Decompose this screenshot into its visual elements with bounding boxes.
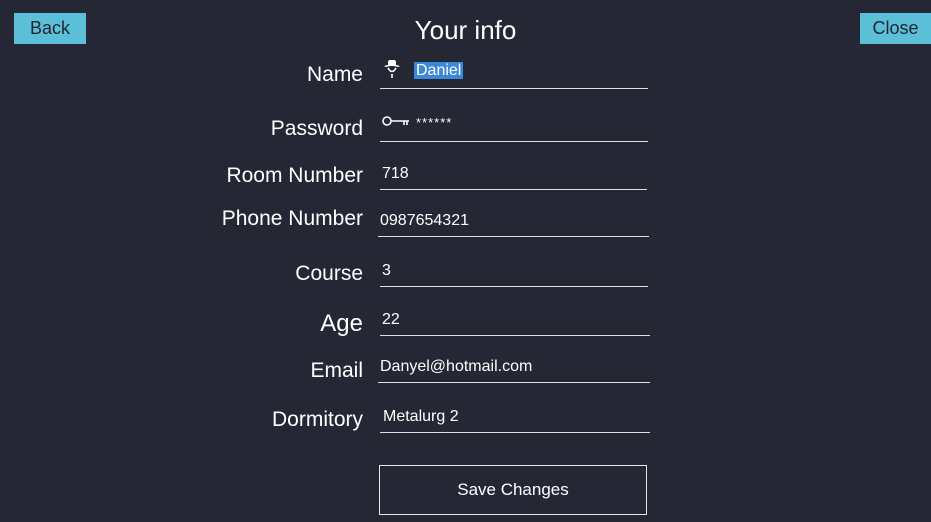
phone-number-field[interactable] — [378, 207, 649, 237]
room-number-field[interactable] — [380, 160, 647, 190]
password-label: Password — [270, 117, 363, 140]
room-number-input[interactable] — [382, 160, 642, 188]
email-input[interactable] — [380, 353, 644, 381]
name-underline — [380, 88, 648, 89]
dormitory-field[interactable] — [380, 403, 650, 433]
key-icon — [382, 114, 410, 133]
name-label: Name — [306, 63, 363, 86]
password-underline — [380, 141, 648, 142]
phone-number-underline — [378, 236, 649, 237]
email-underline — [378, 382, 650, 383]
password-input[interactable]: ****** — [416, 115, 452, 130]
age-field[interactable] — [380, 306, 650, 336]
dormitory-label: Dormitory — [271, 408, 363, 431]
password-field[interactable]: ****** — [380, 112, 648, 142]
email-label: Email — [310, 359, 363, 382]
page-title: Your info — [414, 15, 517, 45]
age-input[interactable] — [382, 306, 644, 334]
email-field[interactable] — [378, 353, 650, 383]
name-field[interactable]: Daniel — [380, 59, 648, 89]
phone-number-label: Phone Number — [221, 207, 363, 230]
dormitory-underline — [380, 432, 650, 433]
save-changes-button[interactable]: Save Changes — [379, 465, 647, 515]
course-underline — [380, 286, 648, 287]
age-underline — [380, 335, 650, 336]
dormitory-input[interactable] — [383, 403, 645, 431]
close-button[interactable]: Close — [860, 13, 931, 44]
age-label: Age — [320, 310, 363, 337]
user-icon — [382, 59, 402, 84]
room-number-underline — [380, 189, 647, 190]
course-input[interactable] — [382, 257, 642, 285]
course-label: Course — [295, 262, 363, 285]
name-value-selected: Daniel — [414, 62, 464, 79]
room-number-label: Room Number — [226, 164, 363, 187]
phone-number-input[interactable] — [380, 207, 642, 235]
course-field[interactable] — [380, 257, 648, 287]
